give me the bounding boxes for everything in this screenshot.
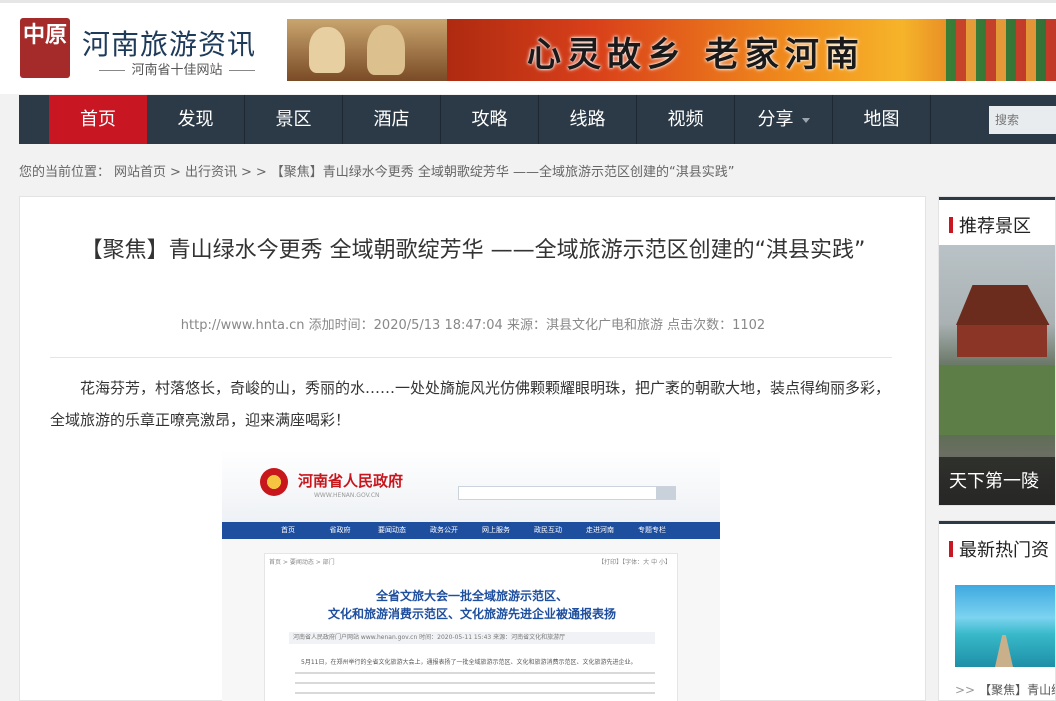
chevron-down-icon bbox=[801, 117, 810, 123]
nav-map[interactable]: 地图 bbox=[833, 95, 931, 144]
search-input[interactable] bbox=[989, 106, 1056, 134]
page: 中原 河南旅游资讯 河南省十佳网站 心灵故乡 老家河南 首页 发现 景区 酒店 … bbox=[0, 0, 1056, 701]
hot-news-box: 最新热门资 >> 【聚焦】青山绿 bbox=[938, 520, 1056, 701]
embedded-title-line1: 全省文旅大会一批全域旅游示范区、 bbox=[375, 589, 568, 603]
breadcrumb-separator: > bbox=[255, 165, 267, 180]
embedded-nav-item: 专题专栏 bbox=[638, 526, 666, 534]
national-emblem-icon bbox=[260, 468, 288, 496]
recommended-scenic-header: 推荐景区 bbox=[939, 197, 1055, 243]
article-title: 【聚焦】青山绿水今更秀 全域朝歌绽芳华 ——全域旅游示范区创建的“淇县实践” bbox=[80, 238, 866, 263]
nav-label: 地图 bbox=[863, 109, 900, 130]
embedded-breadcrumb: 首页 > 要闻动态 > 部门 bbox=[269, 559, 335, 566]
main-nav: 首页 发现 景区 酒店 攻略 线路 视频 分享 地图 bbox=[19, 95, 1056, 144]
breadcrumb-separator: > bbox=[240, 165, 252, 180]
banner-slogan: 心灵故乡 老家河南 bbox=[527, 35, 865, 75]
breadcrumb-prefix: 您的当前位置： bbox=[19, 165, 111, 180]
site-subtitle: 河南省十佳网站 bbox=[84, 59, 270, 78]
nav-hotel[interactable]: 酒店 bbox=[343, 95, 441, 144]
site-logo-mark[interactable]: 中原 bbox=[20, 18, 70, 78]
nav-label: 线路 bbox=[569, 109, 606, 130]
nav-label: 酒店 bbox=[373, 109, 410, 130]
nav-label: 攻略 bbox=[471, 109, 508, 130]
embedded-nav-item: 首页 bbox=[281, 526, 295, 534]
recommended-scenic-title: 推荐景区 bbox=[959, 216, 1031, 237]
divider bbox=[50, 357, 892, 358]
nav-video[interactable]: 视频 bbox=[637, 95, 735, 144]
site-title[interactable]: 河南旅游资讯 bbox=[82, 23, 256, 63]
nav-guide[interactable]: 攻略 bbox=[441, 95, 539, 144]
nav-label: 发现 bbox=[177, 109, 214, 130]
hot-news-header: 最新热门资 bbox=[939, 521, 1055, 567]
embedded-article: 首页 > 要闻动态 > 部门 【打印】【字体：大 中 小】 全省文旅大会一批全域… bbox=[264, 553, 678, 701]
nav-label: 景区 bbox=[275, 109, 312, 130]
section-marker bbox=[949, 217, 953, 233]
breadcrumb-home-link[interactable]: 网站首页 bbox=[114, 165, 166, 180]
nav-share[interactable]: 分享 bbox=[735, 95, 833, 144]
temple-wall-shape bbox=[957, 325, 1047, 357]
nav-scenic[interactable]: 景区 bbox=[245, 95, 343, 144]
double-chevron-icon: >> bbox=[955, 683, 976, 697]
embedded-title-line2: 文化和旅游消费示范区、文化旅游先进企业被通报表扬 bbox=[327, 607, 616, 621]
embedded-nav-item: 要闻动态 bbox=[378, 526, 406, 534]
embedded-nav-item: 网上服务 bbox=[482, 526, 510, 534]
embedded-nav-item: 省政府 bbox=[329, 526, 351, 534]
hot-news-item[interactable]: >> 【聚焦】青山绿 bbox=[955, 681, 1056, 698]
embedded-url: WWW.HENAN.GOV.CN bbox=[314, 492, 380, 499]
article-panel: 【聚焦】青山绿水今更秀 全域朝歌绽芳华 ——全域旅游示范区创建的“淇县实践” h… bbox=[19, 196, 926, 701]
embedded-nav: 首页 省政府 要闻动态 政务公开 网上服务 政民互动 走进河南 专题专栏 bbox=[222, 522, 720, 539]
embedded-nav-item: 政务公开 bbox=[430, 526, 458, 534]
embedded-search-box bbox=[458, 486, 676, 500]
article-meta: http://www.hnta.cn 添加时间：2020/5/13 18:47:… bbox=[180, 318, 766, 333]
sidebar: 推荐景区 天下第一陵 最新热门资 >> 【聚焦】青山绿 bbox=[938, 196, 1056, 701]
embedded-nav-item: 走进河南 bbox=[586, 526, 614, 534]
nav-routes[interactable]: 线路 bbox=[539, 95, 637, 144]
recommended-scenic-box: 推荐景区 天下第一陵 bbox=[938, 196, 1056, 506]
scenic-caption[interactable]: 天下第一陵 bbox=[939, 457, 1055, 505]
header-banner[interactable]: 心灵故乡 老家河南 bbox=[287, 19, 1056, 81]
article-paragraph: 花海芬芳，村落悠长，奇峻的山，秀丽的水……一处处旖旎风光仿佛颗颗耀眼明珠，把广袤… bbox=[50, 379, 891, 429]
nav-label: 首页 bbox=[80, 109, 116, 130]
nav-label: 视频 bbox=[667, 109, 704, 130]
breadcrumb: 您的当前位置： 网站首页 > 出行资讯 > > 【聚焦】青山绿水今更秀 全域朝歌绽芳华 ——… bbox=[19, 161, 739, 180]
embedded-print-options: 【打印】【字体：大 中 小】 bbox=[598, 559, 671, 566]
embedded-brand: 河南省人民政府 bbox=[298, 472, 404, 490]
embedded-text-lines bbox=[295, 672, 655, 701]
temple-roof-shape bbox=[956, 285, 1050, 325]
embedded-search-icon bbox=[656, 487, 676, 499]
breadcrumb-current: 【聚焦】青山绿水今更秀 全域朝歌绽芳华 ——全域旅游示范区创建的“淇县实践” bbox=[270, 165, 735, 180]
nav-home[interactable]: 首页 bbox=[49, 95, 147, 144]
breadcrumb-separator: > bbox=[170, 165, 181, 180]
section-marker bbox=[949, 541, 953, 557]
site-header: 中原 河南旅游资讯 河南省十佳网站 心灵故乡 老家河南 bbox=[0, 3, 1056, 94]
courtyard-shape bbox=[939, 365, 1055, 435]
banner-statue-image bbox=[287, 19, 447, 81]
nav-discover[interactable]: 发现 bbox=[147, 95, 245, 144]
embedded-meta: 河南省人民政府门户网站 www.henan.gov.cn 时间：2020-05-… bbox=[289, 632, 655, 644]
breadcrumb-news-link[interactable]: 出行资讯 bbox=[185, 165, 237, 180]
embedded-nav-item: 政民互动 bbox=[534, 526, 562, 534]
banner-dancers-image bbox=[946, 19, 1056, 81]
hot-news-item-label: 【聚焦】青山绿 bbox=[979, 683, 1056, 697]
embedded-first-paragraph: 5月11日，在郑州举行的全省文化旅游大会上，通报表扬了一批全域旅游示范区、文化和… bbox=[301, 659, 637, 666]
embedded-gov-header: 河南省人民政府 WWW.HENAN.GOV.CN bbox=[222, 450, 720, 522]
article-image[interactable]: 河南省人民政府 WWW.HENAN.GOV.CN 首页 省政府 要闻动态 政务公… bbox=[222, 450, 720, 701]
nav-label: 分享 bbox=[757, 109, 794, 130]
hot-news-title: 最新热门资 bbox=[959, 540, 1049, 561]
hot-news-image[interactable] bbox=[955, 585, 1055, 667]
